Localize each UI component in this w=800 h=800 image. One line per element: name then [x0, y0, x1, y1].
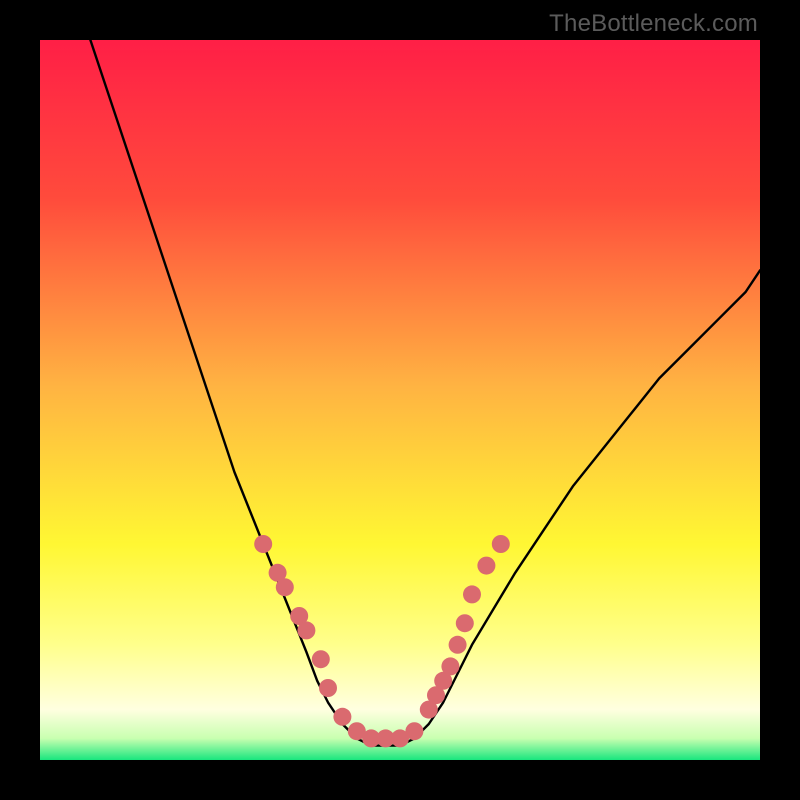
point-left-dots: [319, 679, 337, 697]
point-right-dots: [405, 722, 423, 740]
point-right-dots: [463, 585, 481, 603]
watermark-text: TheBottleneck.com: [549, 10, 758, 38]
point-left-dots: [276, 578, 294, 596]
series-curve-right: [414, 270, 760, 738]
point-left-dots: [254, 535, 272, 553]
point-right-dots: [492, 535, 510, 553]
plot-svg: [40, 40, 760, 760]
series-curve-left: [90, 40, 356, 738]
point-right-dots: [477, 557, 495, 575]
point-left-dots: [297, 621, 315, 639]
point-right-dots: [456, 614, 474, 632]
point-left-dots: [333, 708, 351, 726]
point-right-dots: [449, 636, 467, 654]
chart-stage: TheBottleneck.com: [0, 0, 800, 800]
plot-area: [40, 40, 760, 760]
point-right-dots: [441, 657, 459, 675]
point-left-dots: [312, 650, 330, 668]
